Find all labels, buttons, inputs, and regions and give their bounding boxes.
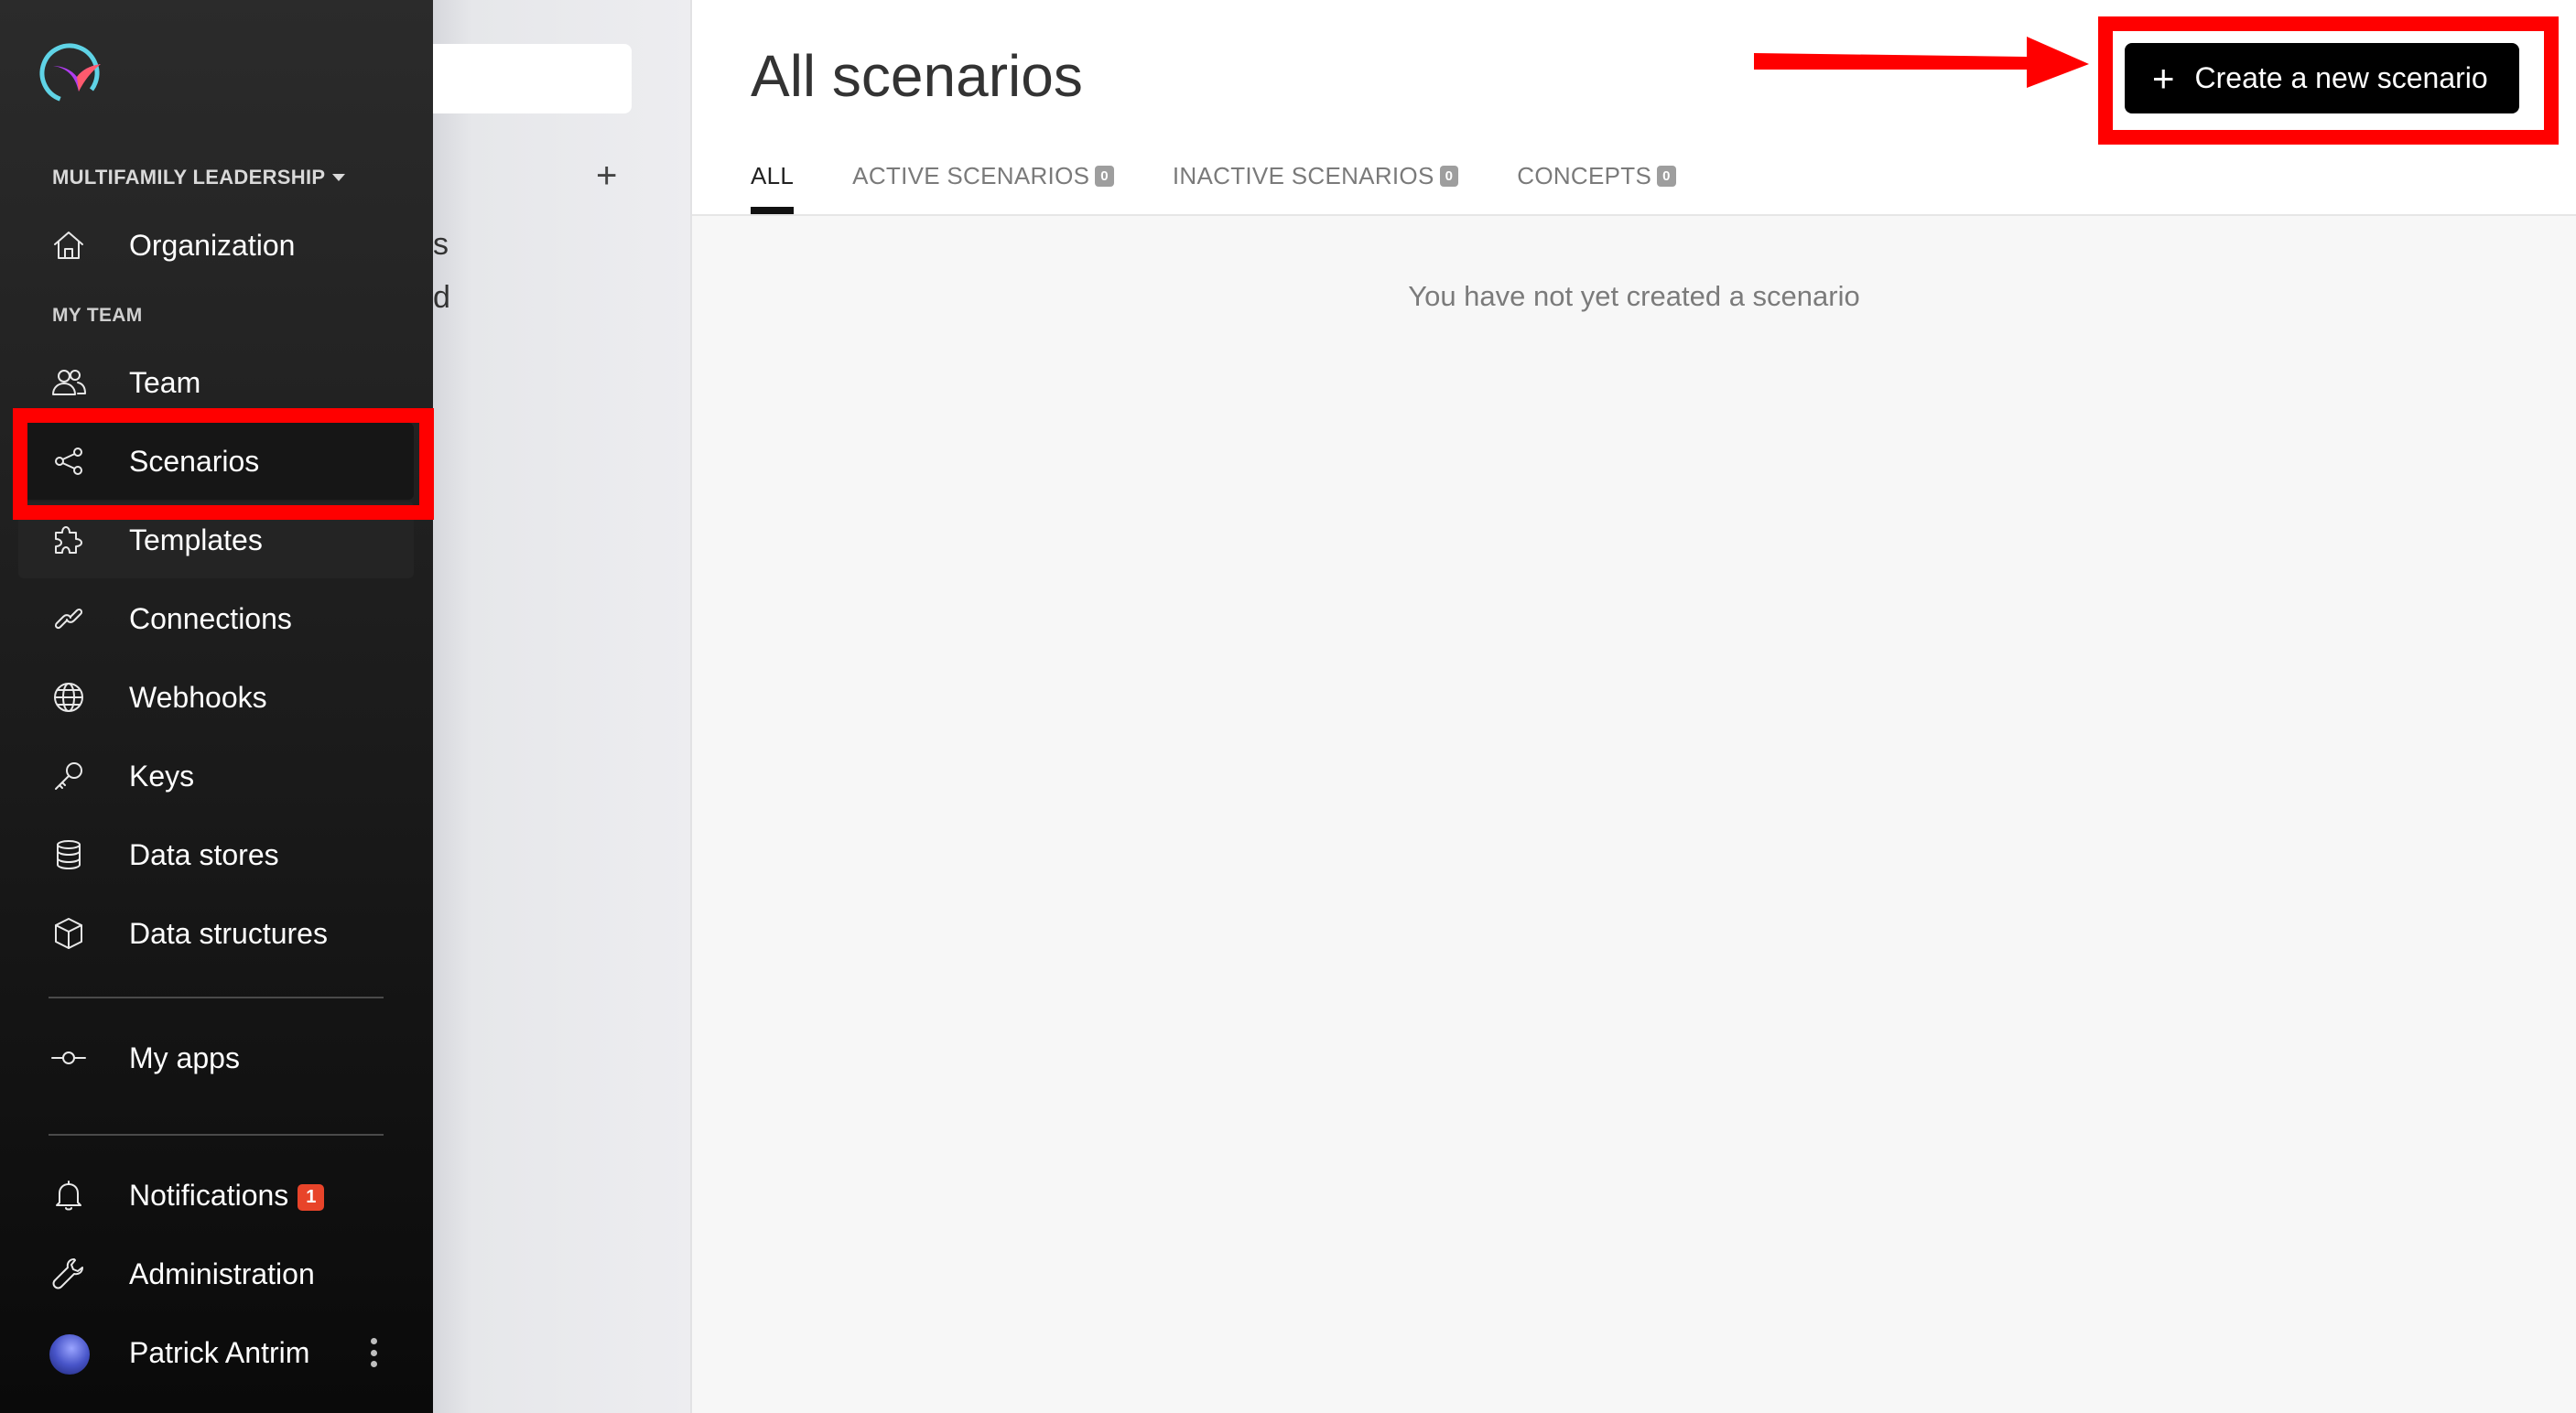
sidebar-item-data-structures[interactable]: Data structures [18,895,414,972]
sidebar-item-label: My apps [129,1041,240,1074]
sidebar-item-notifications[interactable]: Notifications 1 [18,1157,414,1234]
sidebar-item-label: Administration [129,1257,315,1290]
secondary-search-input[interactable] [433,44,632,113]
avatar [49,1334,90,1375]
users-icon [50,364,87,401]
sidebar-item-webhooks[interactable]: Webhooks [18,659,414,736]
sidebar-item-connections[interactable]: Connections [18,580,414,657]
empty-state-message: You have not yet created a scenario [1408,280,1860,312]
sidebar-item-label: Data structures [129,916,328,950]
sidebar-item-label: Data stores [129,837,279,871]
home-icon [50,227,87,264]
sidebar-item-label: Templates [129,523,263,556]
sidebar: MULTIFAMILY LEADERSHIP Organization MY T… [0,0,433,1413]
key-icon [50,758,87,794]
folder-label-fragment: s [433,227,449,262]
secondary-panel: + s d [433,0,692,1413]
tab-concepts[interactable]: CONCEPTS 0 [1517,159,1676,192]
link-icon [50,600,87,637]
app-logo[interactable] [35,38,104,108]
more-options-icon[interactable] [370,1338,377,1367]
tab-label: CONCEPTS [1517,161,1652,189]
tab-label: ACTIVE SCENARIOS [852,161,1090,189]
annotation-highlight-create-button [2098,16,2559,145]
tab-label: ALL [751,161,795,189]
sidebar-item-keys[interactable]: Keys [18,738,414,814]
tab-count-badge: 0 [1657,165,1676,187]
tab-active-scenarios[interactable]: ACTIVE SCENARIOS 0 [852,159,1114,192]
globe-icon [50,679,87,716]
sidebar-divider [49,1134,384,1136]
tab-count-badge: 0 [1439,165,1459,187]
sidebar-item-organization[interactable]: Organization [18,207,414,284]
caret-down-icon [332,174,346,181]
folder-label-fragment: d [433,280,450,315]
bell-icon [50,1177,87,1213]
notifications-label: Notifications [129,1178,289,1212]
tab-inactive-scenarios[interactable]: INACTIVE SCENARIOS 0 [1172,159,1459,192]
database-icon [50,836,87,873]
tab-all[interactable]: ALL [751,159,795,214]
page-title: All scenarios [751,43,1083,109]
tab-label: INACTIVE SCENARIOS [1172,161,1434,189]
organization-name: MULTIFAMILY LEADERSHIP [52,166,326,189]
section-label-my-team: MY TEAM [52,305,143,326]
tab-count-badge: 0 [1095,165,1114,187]
puzzle-icon [50,522,87,558]
add-folder-button[interactable]: + [596,157,617,194]
sidebar-item-data-stores[interactable]: Data stores [18,816,414,893]
sidebar-item-label: Notifications 1 [129,1178,325,1213]
sidebar-item-label: Team [129,365,201,399]
sidebar-item-my-apps[interactable]: My apps [18,1019,414,1096]
annotation-highlight-scenarios [13,408,434,520]
sidebar-item-label: Connections [129,601,292,635]
annotation-arrow-icon [1754,37,2089,88]
cube-icon [50,915,87,952]
commit-icon [50,1040,87,1076]
sidebar-divider [49,997,384,998]
organization-switcher[interactable]: MULTIFAMILY LEADERSHIP [52,166,346,189]
wrench-icon [50,1256,87,1292]
notification-count-badge: 1 [298,1183,325,1211]
sidebar-item-label: Organization [129,228,296,262]
main-content: All scenarios ALL ACTIVE SCENARIOS 0 INA… [692,0,2576,1413]
sidebar-item-administration[interactable]: Administration [18,1235,414,1312]
scenario-tabs: ALL ACTIVE SCENARIOS 0 INACTIVE SCENARIO… [751,159,1735,214]
sidebar-item-label: Keys [129,759,195,793]
sidebar-item-label: Webhooks [129,680,267,714]
user-name: Patrick Antrim [129,1335,310,1369]
sidebar-item-user-profile[interactable]: Patrick Antrim [18,1314,414,1391]
